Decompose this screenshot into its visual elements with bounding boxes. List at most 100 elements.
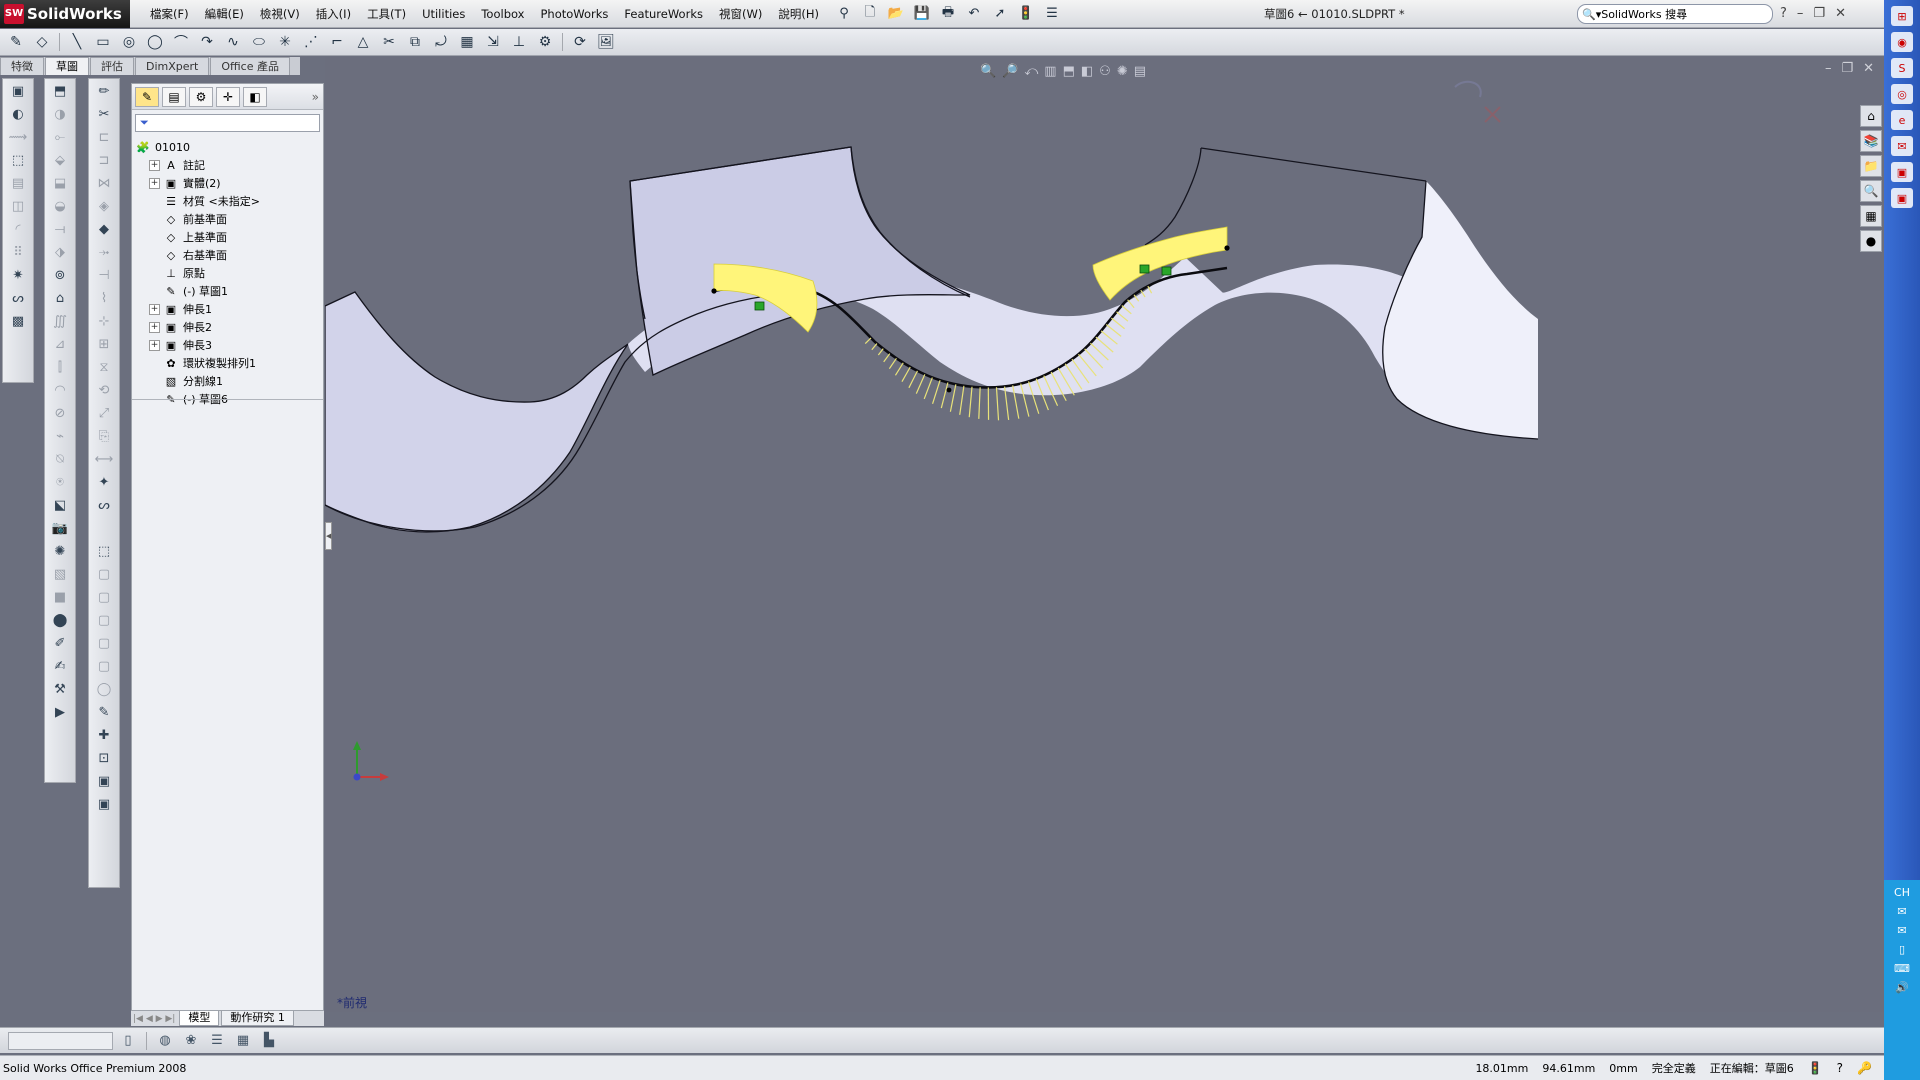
- display-relations-icon[interactable]: ⊥: [507, 32, 531, 52]
- insert-part-icon[interactable]: ▣: [92, 770, 116, 792]
- pattern-icon[interactable]: ⠿: [6, 241, 30, 263]
- help-status-icon[interactable]: ?: [1837, 1061, 1843, 1075]
- start-icon[interactable]: ⊞: [1891, 6, 1913, 26]
- camera-icon[interactable]: 📷: [48, 517, 72, 539]
- spline-icon[interactable]: ∿: [221, 32, 245, 52]
- repair-sketch-icon[interactable]: ⚙: [533, 32, 557, 52]
- panel-collapse-handle[interactable]: ◀: [325, 522, 332, 550]
- sketch-chamfer-icon[interactable]: ✂: [92, 103, 116, 125]
- shell-icon[interactable]: ◫: [6, 195, 30, 217]
- centerline-icon[interactable]: ⋰: [299, 32, 323, 52]
- new-document-icon[interactable]: 🗋: [859, 4, 881, 24]
- tree-root[interactable]: 🧩 01010: [135, 138, 323, 156]
- propertymanager-icon[interactable]: ▤: [162, 86, 186, 107]
- bottom-view-icon[interactable]: ◯: [92, 678, 116, 700]
- ie-icon[interactable]: e: [1891, 110, 1913, 130]
- curve-point[interactable]: [946, 387, 952, 393]
- relation-marker[interactable]: [754, 301, 765, 311]
- sketch-tool-active-icon[interactable]: ▩: [6, 310, 30, 332]
- tree-item[interactable]: + ▣ 伸長3: [135, 336, 323, 354]
- stretch-icon[interactable]: ⟷: [92, 448, 116, 470]
- zoom-to-area-icon[interactable]: 🔎: [1002, 64, 1018, 79]
- menu-photoworks[interactable]: PhotoWorks: [532, 0, 616, 28]
- tray-icon[interactable]: ✉: [1884, 924, 1920, 937]
- select-arrow-icon[interactable]: ➚: [989, 4, 1011, 24]
- flex-icon[interactable]: ⌁: [48, 425, 72, 447]
- sketch-picture-icon[interactable]: 🖼: [594, 32, 618, 52]
- offset-tool-icon[interactable]: ⊏: [92, 126, 116, 148]
- construction-icon[interactable]: ⊹: [92, 310, 116, 332]
- tree-item[interactable]: ☰ 材質 <未指定>: [135, 192, 323, 210]
- draft-icon[interactable]: ⊿: [48, 333, 72, 355]
- section-view-icon[interactable]: ▥: [1044, 64, 1056, 79]
- options-icon[interactable]: ☰: [1041, 4, 1063, 24]
- tree-item[interactable]: ✿ 環狀複製排列1: [135, 354, 323, 372]
- highlight-face-icon[interactable]: ◆: [92, 218, 116, 240]
- stop-icon[interactable]: ■: [48, 586, 72, 608]
- previous-view-icon[interactable]: ⤺: [1024, 64, 1038, 79]
- dimxpertmanager-icon[interactable]: ✛: [216, 86, 240, 107]
- extend-icon[interactable]: ⤞: [92, 241, 116, 263]
- grid-icon[interactable]: ▦: [232, 1031, 254, 1051]
- intersection-curve-icon[interactable]: ⋈: [92, 172, 116, 194]
- open-folder-icon[interactable]: 📂: [885, 4, 907, 24]
- mirror-entities-icon[interactable]: △: [351, 32, 375, 52]
- isometric-view-icon[interactable]: ⬚: [92, 540, 116, 562]
- solidworks-logo[interactable]: SW SolidWorks: [0, 0, 130, 28]
- sheet-icon[interactable]: ▯: [117, 1031, 139, 1051]
- tree-item[interactable]: ◇ 上基準面: [135, 228, 323, 246]
- tree-item[interactable]: + ▣ 伸長2: [135, 318, 323, 336]
- menu-file[interactable]: 檔案(F): [142, 0, 197, 28]
- play-icon[interactable]: ▶: [48, 701, 72, 723]
- ime-icon[interactable]: CH: [1884, 886, 1920, 899]
- close-icon[interactable]: ✕: [1835, 0, 1846, 28]
- display-manager-icon[interactable]: ◧: [243, 86, 267, 107]
- top-view-icon[interactable]: ▢: [92, 655, 116, 677]
- zoom-to-fit-icon[interactable]: 🔍: [980, 64, 996, 79]
- menu-edit[interactable]: 編輯(E): [197, 0, 252, 28]
- tab-features[interactable]: 特徵: [0, 57, 44, 75]
- add-relation-icon[interactable]: ✦: [92, 471, 116, 493]
- cut-revolve-icon[interactable]: ◒: [48, 195, 72, 217]
- reference-geometry-icon[interactable]: ⌂: [48, 287, 72, 309]
- tree-filter-input[interactable]: ⏷: [135, 114, 320, 132]
- menu-view[interactable]: 檢視(V): [252, 0, 308, 28]
- chart-icon[interactable]: ▙: [258, 1031, 280, 1051]
- tab-nav-arrows-icon[interactable]: |◀ ◀ ▶ ▶|: [131, 1014, 177, 1024]
- edit-sketch-icon[interactable]: ✎: [92, 701, 116, 723]
- offset-entities-icon[interactable]: ⧉: [403, 32, 427, 52]
- extrude-boss-icon[interactable]: ▣: [6, 80, 30, 102]
- render-icon[interactable]: ◍: [154, 1031, 176, 1051]
- viewport-restore-icon[interactable]: ❐: [1841, 61, 1853, 76]
- cut-sweep-icon[interactable]: ⟞: [48, 218, 72, 240]
- tray-icon[interactable]: ✉: [1884, 905, 1920, 918]
- wrap-icon[interactable]: ⊘: [48, 402, 72, 424]
- boss-sweep-icon[interactable]: ⟜: [48, 126, 72, 148]
- sketch-icon[interactable]: ✎: [4, 32, 28, 52]
- tree-item[interactable]: + A 註記: [135, 156, 323, 174]
- mirror-tool-icon[interactable]: ⧖: [92, 356, 116, 378]
- tree-item[interactable]: ▧ 分割線1: [135, 372, 323, 390]
- menu-tools[interactable]: 工具(T): [359, 0, 414, 28]
- cut-extrude-icon[interactable]: ⬓: [48, 172, 72, 194]
- hole-wizard-icon[interactable]: ⊚: [48, 264, 72, 286]
- sketch-fillet-tool-icon[interactable]: ✏: [92, 80, 116, 102]
- curve-endpoint[interactable]: [711, 288, 717, 294]
- sweep-icon[interactable]: ⟿: [6, 126, 30, 148]
- arc-icon[interactable]: ⌒: [169, 32, 193, 52]
- browser-icon[interactable]: ◉: [1891, 32, 1913, 52]
- left-view-icon[interactable]: ▢: [92, 609, 116, 631]
- record-icon[interactable]: ⬤: [48, 609, 72, 631]
- boss-revolve-icon[interactable]: ◑: [48, 103, 72, 125]
- deform-icon[interactable]: ⍉: [48, 448, 72, 470]
- tab-model[interactable]: 模型: [179, 1011, 220, 1026]
- menu-insert[interactable]: 插入(I): [308, 0, 359, 28]
- design-library-icon[interactable]: 📚: [1860, 130, 1882, 152]
- menu-help[interactable]: 說明(H): [770, 0, 827, 28]
- dome-icon[interactable]: ◠: [48, 379, 72, 401]
- scene-icon[interactable]: ▧: [48, 563, 72, 585]
- tray-icon[interactable]: ▯: [1884, 943, 1920, 956]
- edit-appearance-icon[interactable]: ✺: [1117, 64, 1128, 79]
- save-icon[interactable]: 💾: [911, 4, 933, 24]
- front-view-icon[interactable]: ▢: [92, 563, 116, 585]
